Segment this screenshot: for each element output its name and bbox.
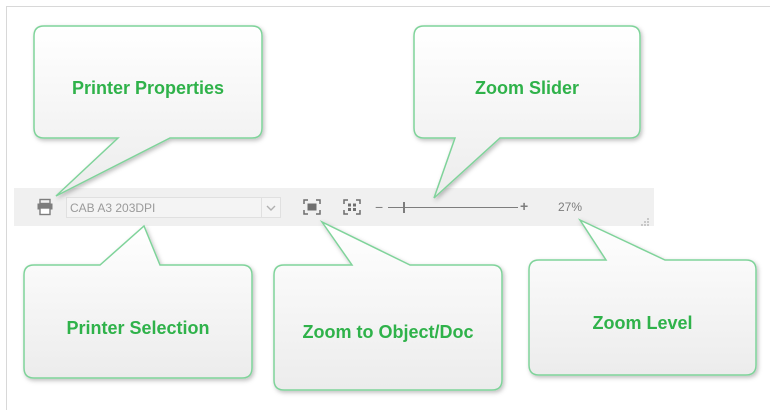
zoom-level-value[interactable]: 27% xyxy=(558,200,582,214)
zoom-out-button[interactable]: − xyxy=(375,198,383,216)
callout-printer-selection-label: Printer Selection xyxy=(66,318,210,338)
dropdown-button[interactable] xyxy=(261,198,280,217)
zoom-slider-thumb[interactable] xyxy=(402,202,405,213)
zoom-to-document-icon xyxy=(343,199,361,215)
resize-grip[interactable] xyxy=(640,214,650,226)
printer-properties-button[interactable] xyxy=(36,198,54,216)
zoom-in-button[interactable]: + xyxy=(520,197,528,215)
callout-zoom-slider-label: Zoom Slider xyxy=(474,78,579,98)
zoom-to-object-icon xyxy=(303,199,321,215)
printer-icon xyxy=(37,198,53,216)
callout-printer-properties-label: Printer Properties xyxy=(71,78,225,98)
zoom-to-document-button[interactable] xyxy=(342,198,362,216)
chevron-down-icon xyxy=(266,205,276,211)
printer-selection-value: CAB A3 203DPI xyxy=(70,201,156,215)
zoom-to-object-button[interactable] xyxy=(302,198,322,216)
zoom-slider-track[interactable] xyxy=(388,207,518,208)
callout-zoom-to-object-doc-label: Zoom to Object/Doc xyxy=(302,322,474,342)
printer-selection-dropdown[interactable]: CAB A3 203DPI xyxy=(66,197,281,218)
callout-zoom-level-label: Zoom Level xyxy=(592,313,693,333)
resize-grip-icon xyxy=(641,218,649,226)
